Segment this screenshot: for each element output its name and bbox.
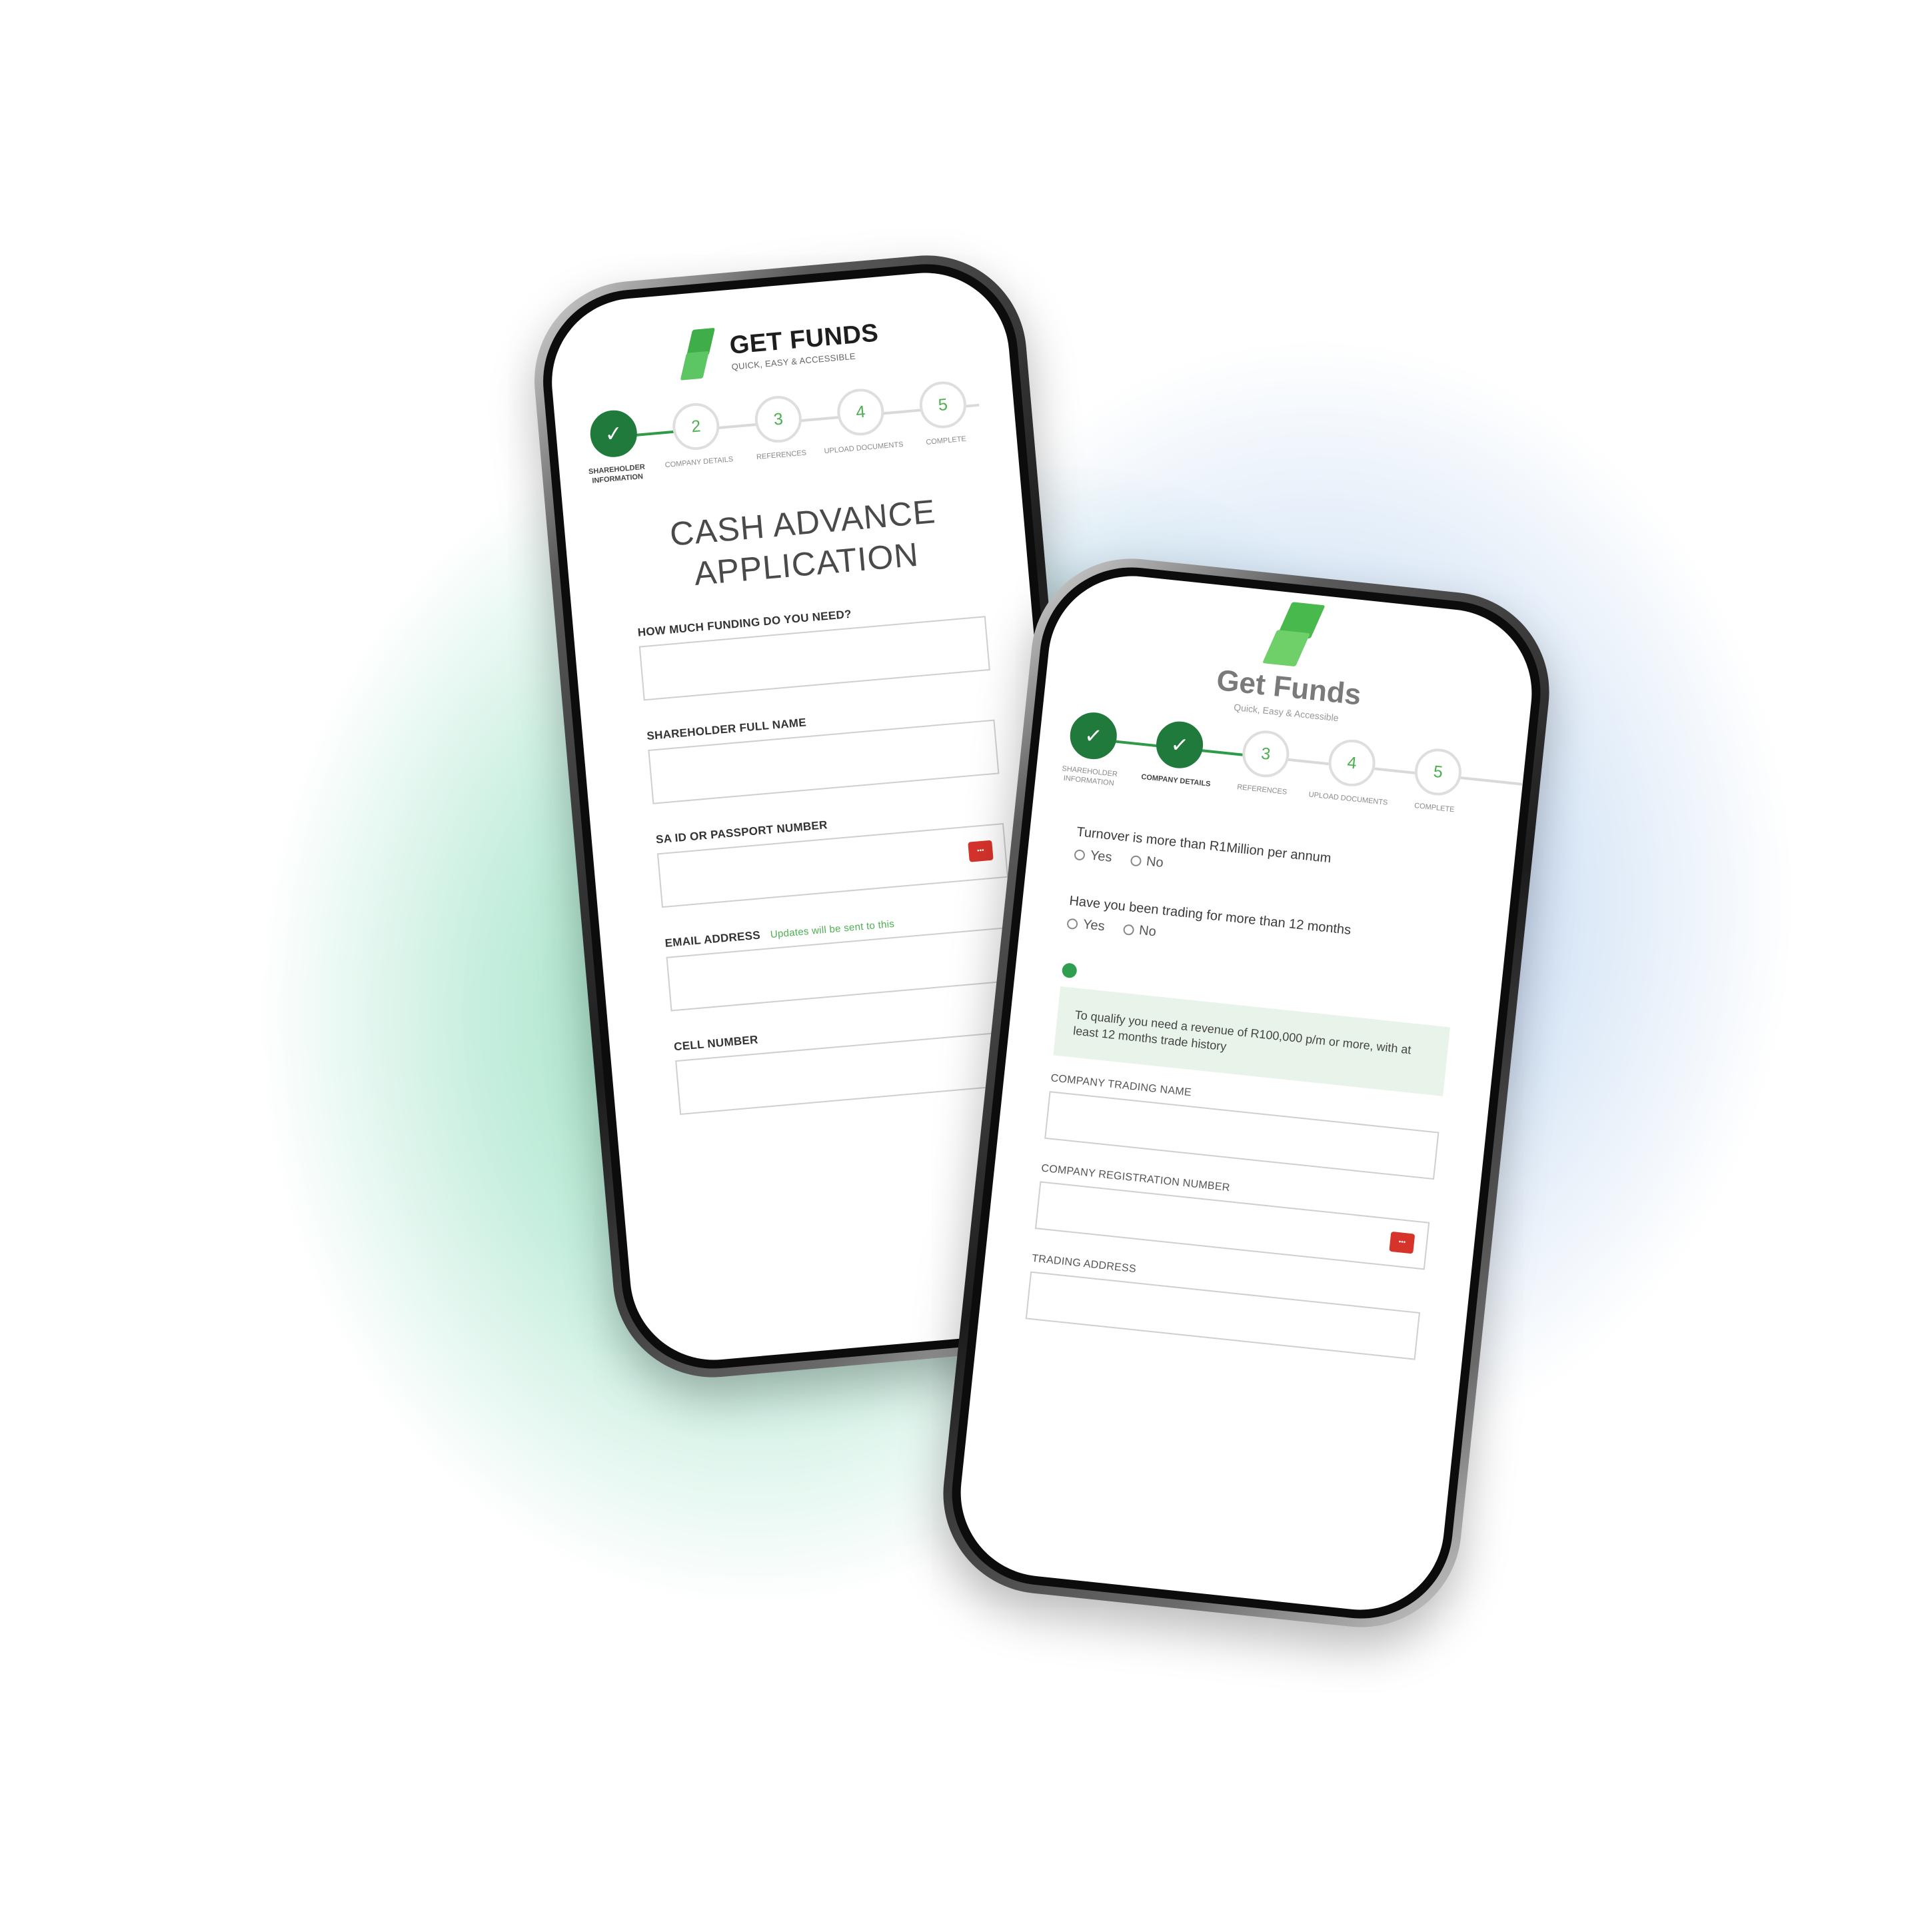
step-label: COMPLETE bbox=[1414, 802, 1455, 814]
step-label: COMPANY DETAILS bbox=[1140, 772, 1211, 788]
trading-yes-radio[interactable]: Yes bbox=[1066, 916, 1106, 935]
step-upload-documents[interactable]: 4 UPLOAD DOCUMENTS bbox=[824, 387, 904, 455]
step-number: 5 bbox=[917, 379, 968, 431]
phone-screen: Get Funds Quick, Easy & Accessible ✓ SHA… bbox=[952, 568, 1540, 1618]
step-label: REFERENCES bbox=[756, 449, 807, 462]
get-funds-logo-icon bbox=[1261, 599, 1328, 672]
turnover-yes-radio[interactable]: Yes bbox=[1074, 846, 1113, 866]
autofill-badge-icon[interactable]: ••• bbox=[1389, 1231, 1416, 1254]
phone-bezel: Get Funds Quick, Easy & Accessible ✓ SHA… bbox=[942, 558, 1550, 1628]
radio-label: Yes bbox=[1082, 917, 1106, 934]
radio-circle-icon bbox=[1074, 848, 1086, 861]
step-number: 3 bbox=[752, 394, 804, 445]
step-label: SHAREHOLDER INFORMATION bbox=[1061, 764, 1118, 788]
radio-label: No bbox=[1138, 922, 1157, 940]
autofill-badge-icon[interactable]: ••• bbox=[968, 840, 994, 862]
step-upload-documents[interactable]: 4 UPLOAD DOCUMENTS bbox=[1308, 737, 1388, 807]
step-complete[interactable]: 5 COMPLETE bbox=[914, 379, 972, 447]
company-form: Turnover is more than R1Million per annu… bbox=[979, 806, 1515, 1365]
step-references[interactable]: 3 REFERENCES bbox=[1237, 728, 1295, 796]
step-number: 5 bbox=[1412, 746, 1464, 798]
trading-no-radio[interactable]: No bbox=[1122, 921, 1157, 940]
step-complete[interactable]: 5 COMPLETE bbox=[1409, 746, 1467, 814]
radio-circle-icon bbox=[1130, 854, 1142, 867]
step-number: 4 bbox=[1326, 737, 1378, 789]
step-label: UPLOAD DOCUMENTS bbox=[824, 440, 904, 456]
step-label: COMPLETE bbox=[925, 435, 967, 447]
check-icon: ✓ bbox=[588, 408, 639, 459]
step-label: SHAREHOLDER INFORMATION bbox=[588, 463, 646, 485]
check-icon: ✓ bbox=[1068, 710, 1120, 762]
radio-circle-icon bbox=[1122, 923, 1135, 936]
step-number: 2 bbox=[670, 401, 722, 452]
step-company-details[interactable]: ✓ COMPANY DETAILS bbox=[1141, 719, 1211, 788]
email-label-text: EMAIL ADDRESS bbox=[664, 928, 761, 950]
turnover-no-radio[interactable]: No bbox=[1130, 852, 1164, 871]
step-shareholder-information[interactable]: ✓ SHAREHOLDER INFORMATION bbox=[1062, 710, 1122, 788]
step-label: REFERENCES bbox=[1236, 783, 1288, 796]
step-number: 3 bbox=[1240, 728, 1292, 780]
step-connector bbox=[1252, 754, 1531, 787]
step-label: UPLOAD DOCUMENTS bbox=[1308, 790, 1388, 807]
step-number: 4 bbox=[835, 387, 886, 438]
check-icon: ✓ bbox=[1154, 719, 1206, 771]
get-funds-logo-icon bbox=[676, 327, 723, 381]
status-dot-icon bbox=[1061, 962, 1078, 979]
radio-circle-icon bbox=[1066, 918, 1078, 930]
brand-header: GET FUNDS QUICK, EASY & ACCESSIBLE bbox=[548, 303, 1009, 393]
phone-company-form: Get Funds Quick, Easy & Accessible ✓ SHA… bbox=[933, 548, 1559, 1637]
email-note: Updates will be sent to this bbox=[770, 918, 895, 941]
step-shareholder-information[interactable]: ✓ SHAREHOLDER INFORMATION bbox=[585, 408, 645, 485]
step-company-details[interactable]: 2 COMPANY DETAILS bbox=[664, 401, 734, 469]
radio-label: No bbox=[1146, 854, 1164, 871]
radio-label: Yes bbox=[1089, 848, 1113, 865]
step-references[interactable]: 3 REFERENCES bbox=[750, 394, 807, 461]
step-label: COMPANY DETAILS bbox=[664, 455, 734, 470]
